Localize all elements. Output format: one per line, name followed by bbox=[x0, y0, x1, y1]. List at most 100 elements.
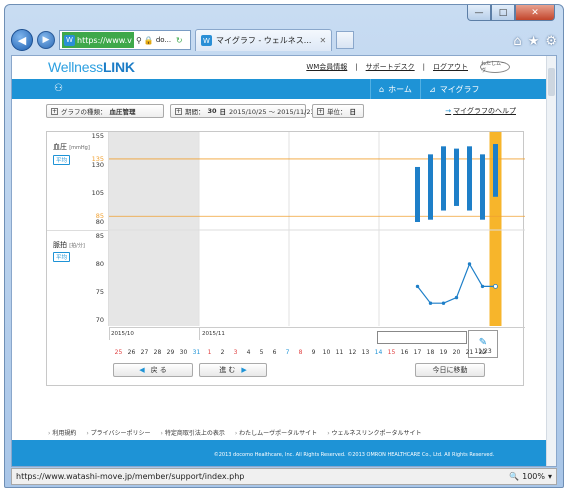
unit-label: 単位： bbox=[327, 108, 347, 116]
graph-type-value: 血圧管理 bbox=[109, 108, 136, 116]
day-tick-label[interactable]: 16 bbox=[398, 349, 412, 356]
day-tick-label[interactable]: 27 bbox=[138, 349, 152, 356]
logout-link[interactable]: ログアウト bbox=[433, 62, 468, 72]
settings-gear-icon[interactable]: ⚙ bbox=[545, 34, 557, 49]
pulse-point bbox=[428, 301, 433, 305]
wellnesslink-logo[interactable]: WellnessLINK bbox=[48, 59, 135, 75]
day-tick-label[interactable]: 30 bbox=[177, 349, 191, 356]
day-tick-label[interactable]: 18 bbox=[424, 349, 438, 356]
day-tick-label[interactable]: 7 bbox=[281, 349, 295, 356]
support-desk-link[interactable]: サポートデスク bbox=[366, 62, 415, 72]
day-tick-label[interactable]: 22 bbox=[476, 349, 490, 356]
watashi-move-portal-link[interactable]: わたしムーヴポータルサイト bbox=[235, 428, 317, 437]
day-tick-label[interactable]: 31 bbox=[190, 349, 204, 356]
graph-filter-row: + グラフの種類： 血圧管理 + 期間： 30 日 2015/10/25 〜 2… bbox=[46, 102, 516, 120]
status-url: https://www.watashi-move.jp/member/suppo… bbox=[16, 472, 245, 481]
commerce-law-link[interactable]: 特定商取引法上の表示 bbox=[161, 428, 225, 437]
prev-period-button[interactable]: ◀ 戻 る bbox=[113, 363, 193, 377]
day-tick-label[interactable]: 4 bbox=[242, 349, 256, 356]
zoom-level: 100% bbox=[522, 472, 545, 481]
bp-y-tick: 130 bbox=[91, 160, 104, 169]
day-tick-label[interactable]: 6 bbox=[268, 349, 282, 356]
graph-type-select[interactable]: + グラフの種類： 血圧管理 bbox=[46, 104, 164, 118]
address-site: do... bbox=[155, 36, 172, 44]
pulse-y-tick: 75 bbox=[95, 288, 104, 296]
day-tick-label[interactable]: 20 bbox=[450, 349, 464, 356]
period-unit: 日 bbox=[219, 108, 227, 116]
tab-close-icon[interactable]: ✕ bbox=[319, 36, 326, 45]
mygraph-menu-button[interactable]: ⊿ マイグラフ bbox=[420, 79, 488, 99]
day-tick-label[interactable]: 25 bbox=[112, 349, 126, 356]
period-select[interactable]: + 期間： 30 日 2015/10/25 〜 2015/11/23 bbox=[170, 104, 315, 118]
refresh-icon[interactable]: ↻ bbox=[176, 36, 183, 45]
day-tick-label[interactable]: 12 bbox=[346, 349, 360, 356]
day-tick-label[interactable]: 13 bbox=[359, 349, 373, 356]
day-tick-label[interactable]: 19 bbox=[437, 349, 451, 356]
wm-member-link[interactable]: WM会員情報 bbox=[306, 62, 347, 72]
date-jump-input[interactable] bbox=[377, 331, 467, 344]
day-tick-label[interactable]: 2 bbox=[216, 349, 230, 356]
vertical-scrollbar[interactable] bbox=[546, 56, 556, 466]
day-tick-label[interactable]: 8 bbox=[294, 349, 308, 356]
browser-toolbar: ⌂ ★ ⚙ bbox=[513, 34, 557, 49]
next-period-button[interactable]: 進 む ▶ bbox=[199, 363, 267, 377]
user-icon: ⚇ bbox=[54, 83, 63, 94]
address-bar[interactable]: W https://www.v ⚲ 🔒 do... ↻ bbox=[59, 30, 191, 50]
day-tick-label[interactable]: 15 bbox=[385, 349, 399, 356]
period-days: 30 bbox=[207, 107, 217, 115]
chart-label-column: 血圧 [mmHg] 平均 155 135 130 105 85 80 脈拍 [拍/分] 平… bbox=[47, 132, 109, 326]
forward-button[interactable]: ▶ bbox=[37, 31, 55, 49]
day-tick-label[interactable]: 21 bbox=[463, 349, 477, 356]
day-tick-label[interactable]: 9 bbox=[307, 349, 321, 356]
day-tick-label[interactable]: 5 bbox=[255, 349, 269, 356]
favorites-icon[interactable]: ★ bbox=[528, 34, 540, 49]
scroll-thumb[interactable] bbox=[548, 68, 555, 96]
site-header: WellnessLINK WM会員情報 | サポートデスク | ログアウト わた… bbox=[12, 56, 546, 78]
tab-mygraph[interactable]: W マイグラフ - ウェルネス... ✕ bbox=[195, 29, 333, 51]
day-tick-label[interactable]: 11 bbox=[333, 349, 347, 356]
lock-icon: 🔒 bbox=[143, 35, 154, 45]
today-button[interactable]: 今日に移動 bbox=[415, 363, 485, 377]
zoom-control[interactable]: 🔍 100% ▾ bbox=[509, 472, 552, 481]
footer-copyright: ©2013 docomo Healthcare, Inc. All Rights… bbox=[12, 440, 546, 466]
bp-title-text: 血圧 bbox=[53, 143, 67, 151]
privacy-link[interactable]: プライバシーポリシー bbox=[86, 428, 151, 437]
terms-link[interactable]: 利用規約 bbox=[48, 428, 76, 437]
graph-icon: ⊿ bbox=[429, 84, 436, 94]
logo-strong: LINK bbox=[102, 59, 135, 75]
unit-select[interactable]: + 単位： 日 bbox=[312, 104, 364, 118]
day-tick-label[interactable]: 14 bbox=[372, 349, 386, 356]
header-links: WM会員情報 | サポートデスク | ログアウト わたしムーヴ bbox=[306, 61, 510, 74]
search-icon[interactable]: ⚲ bbox=[136, 36, 142, 45]
home-icon[interactable]: ⌂ bbox=[513, 34, 521, 49]
mygraph-help-link[interactable]: → マイグラフのヘルプ bbox=[445, 106, 516, 116]
new-tab-button[interactable] bbox=[336, 31, 355, 49]
bp-average-badge[interactable]: 平均 bbox=[53, 155, 71, 165]
bp-range-bar bbox=[441, 146, 446, 211]
day-tick-label[interactable]: 17 bbox=[411, 349, 425, 356]
month-tick bbox=[199, 328, 200, 340]
day-tick-label[interactable]: 10 bbox=[320, 349, 334, 356]
home-menu-button[interactable]: ⌂ ホーム bbox=[370, 79, 420, 99]
month-label-oct: 2015/10 bbox=[111, 331, 134, 337]
bp-range-bar bbox=[415, 166, 420, 222]
pulse-average-badge[interactable]: 平均 bbox=[53, 252, 71, 262]
period-range: 2015/10/25 〜 2015/11/23 bbox=[229, 108, 315, 116]
watashi-move-logo[interactable]: わたしムーヴ bbox=[480, 61, 510, 74]
day-tick-label[interactable]: 26 bbox=[125, 349, 139, 356]
page-viewport: WellnessLINK WM会員情報 | サポートデスク | ログアウト わた… bbox=[11, 55, 557, 467]
day-tick-label[interactable]: 3 bbox=[229, 349, 243, 356]
period-label: 期間： bbox=[185, 108, 205, 116]
minimize-button[interactable]: — bbox=[467, 5, 491, 21]
ssl-indicator: W https://www.v bbox=[62, 32, 134, 48]
back-button[interactable]: ◀ bbox=[11, 29, 33, 51]
calendar-edit-icon: ✎ bbox=[478, 337, 488, 348]
wellnesslink-portal-link[interactable]: ウェルネスリンクポータルサイト bbox=[327, 428, 422, 437]
day-tick-label[interactable]: 1 bbox=[203, 349, 217, 356]
pulse-title: 脈拍 [拍/分] bbox=[53, 240, 85, 250]
close-button[interactable]: ✕ bbox=[515, 5, 555, 21]
maximize-button[interactable]: □ bbox=[491, 5, 515, 21]
day-tick-label[interactable]: 28 bbox=[151, 349, 165, 356]
pulse-point bbox=[415, 284, 420, 289]
day-tick-label[interactable]: 29 bbox=[164, 349, 178, 356]
